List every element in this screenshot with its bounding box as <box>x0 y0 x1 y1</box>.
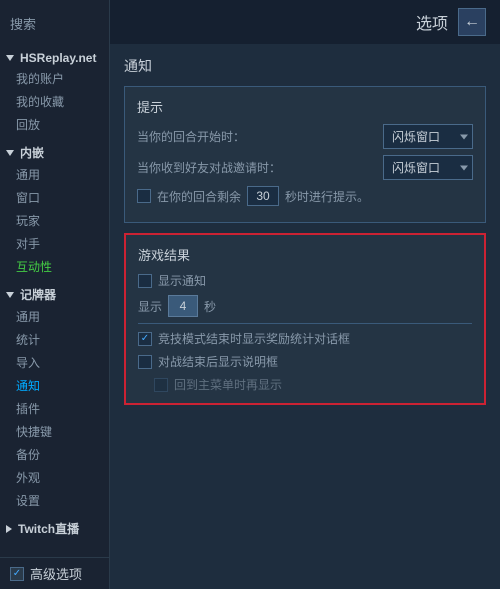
show-notification-label: 显示通知 <box>158 272 206 289</box>
twitch-expand-icon <box>6 525 12 533</box>
reminder-seconds-input[interactable] <box>247 186 279 206</box>
ranked-section: 竞技模式结束时显示奖励统计对话框 对战结束后显示说明框 回到主菜单时再显示 <box>138 323 472 393</box>
friend-invite-dropdown[interactable]: 闪烁窗口 <box>383 155 473 180</box>
ranked-dialog-checkbox[interactable] <box>138 332 152 346</box>
sidebar-section-hsreplay[interactable]: HSReplay.net <box>0 47 109 67</box>
embedded-expand-icon <box>6 150 14 156</box>
display-value-box[interactable]: 4 <box>168 295 198 317</box>
sidebar-item-general[interactable]: 通用 <box>0 163 109 186</box>
return-to-menu-label: 回到主菜单时再显示 <box>174 376 282 393</box>
game-result-title: 游戏结果 <box>138 245 472 264</box>
turn-start-row: 当你的回合开始时： 闪烁窗口 <box>137 124 473 149</box>
header: 选项 ← <box>110 0 500 44</box>
display-label: 显示 <box>138 298 162 315</box>
turn-start-dropdown[interactable]: 闪烁窗口 <box>383 124 473 149</box>
display-suffix-label: 秒 <box>204 298 216 315</box>
sidebar-item-hotkeys[interactable]: 快捷键 <box>0 420 109 443</box>
show-notification-checkbox[interactable] <box>138 274 152 288</box>
reminder-row: 在你的回合剩余 秒时进行提示。 <box>137 186 473 206</box>
sidebar-item-backup[interactable]: 备份 <box>0 443 109 466</box>
turn-start-label: 当你的回合开始时： <box>137 128 375 145</box>
sidebar-item-stats[interactable]: 统计 <box>0 328 109 351</box>
sidebar-item-window[interactable]: 窗口 <box>0 186 109 209</box>
sidebar-item-notify[interactable]: 通知 <box>0 374 109 397</box>
sidebar-item-plugins[interactable]: 插件 <box>0 397 109 420</box>
hints-title: 提示 <box>137 97 473 116</box>
sidebar-section-embedded[interactable]: 内嵌 <box>0 140 109 163</box>
sidebar-item-import[interactable]: 导入 <box>0 351 109 374</box>
hints-card: 提示 当你的回合开始时： 闪烁窗口 当你收到好友对战邀请时： 闪烁窗口 在你的回… <box>124 86 486 223</box>
friend-invite-label: 当你收到好友对战邀请时： <box>137 159 375 176</box>
show-notification-row: 显示通知 <box>138 272 472 289</box>
sidebar-item-settings[interactable]: 设置 <box>0 489 109 512</box>
bottom-bar: 高级选项 <box>0 557 109 589</box>
ranked-dialog-label: 竞技模式结束时显示奖励统计对话框 <box>158 330 350 347</box>
sidebar-search[interactable]: 搜索 <box>0 8 109 43</box>
main-panel: 选项 ← 通知 提示 当你的回合开始时： 闪烁窗口 当你收到好友对战邀请时： 闪… <box>110 0 500 589</box>
display-seconds-row: 显示 4 秒 <box>138 295 472 317</box>
return-to-menu-row: 回到主菜单时再显示 <box>138 376 472 393</box>
sidebar-item-mycollection[interactable]: 我的收藏 <box>0 90 109 113</box>
sidebar: 搜索 HSReplay.net 我的账户 我的收藏 回放 内嵌 通用 窗口 玩家… <box>0 0 110 589</box>
back-button[interactable]: ← <box>458 8 486 36</box>
page-title: 选项 <box>416 10 448 34</box>
ranked-dialog-row: 竞技模式结束时显示奖励统计对话框 <box>138 330 472 347</box>
after-game-label: 对战结束后显示说明框 <box>158 353 278 370</box>
sidebar-item-replay[interactable]: 回放 <box>0 113 109 136</box>
friend-invite-row: 当你收到好友对战邀请时： 闪烁窗口 <box>137 155 473 180</box>
recorder-expand-icon <box>6 292 14 298</box>
advanced-options-label: 高级选项 <box>30 564 82 583</box>
reminder-prefix-label: 在你的回合剩余 <box>157 188 241 205</box>
content-area: 通知 提示 当你的回合开始时： 闪烁窗口 当你收到好友对战邀请时： 闪烁窗口 <box>110 44 500 589</box>
sidebar-item-opponent[interactable]: 对手 <box>0 232 109 255</box>
sidebar-item-recorder-general[interactable]: 通用 <box>0 305 109 328</box>
hsreplay-expand-icon <box>6 55 14 61</box>
turn-start-dropdown-arrow <box>460 134 468 139</box>
reminder-suffix-label: 秒时进行提示。 <box>285 188 369 205</box>
sidebar-item-appearance[interactable]: 外观 <box>0 466 109 489</box>
sidebar-item-myaccount[interactable]: 我的账户 <box>0 67 109 90</box>
sidebar-section-twitch[interactable]: Twitch直播 <box>0 516 109 539</box>
section-title: 通知 <box>124 56 486 76</box>
sidebar-item-player[interactable]: 玩家 <box>0 209 109 232</box>
sidebar-item-interaction[interactable]: 互动性 <box>0 255 109 278</box>
game-result-card: 游戏结果 显示通知 显示 4 秒 竞技模式结束时显示奖励统计对话框 <box>124 233 486 405</box>
advanced-options-checkbox[interactable] <box>10 567 24 581</box>
reminder-checkbox[interactable] <box>137 189 151 203</box>
friend-invite-dropdown-arrow <box>460 165 468 170</box>
after-game-row: 对战结束后显示说明框 <box>138 353 472 370</box>
return-to-menu-checkbox[interactable] <box>154 378 168 392</box>
after-game-checkbox[interactable] <box>138 355 152 369</box>
sidebar-section-recorder[interactable]: 记牌器 <box>0 282 109 305</box>
